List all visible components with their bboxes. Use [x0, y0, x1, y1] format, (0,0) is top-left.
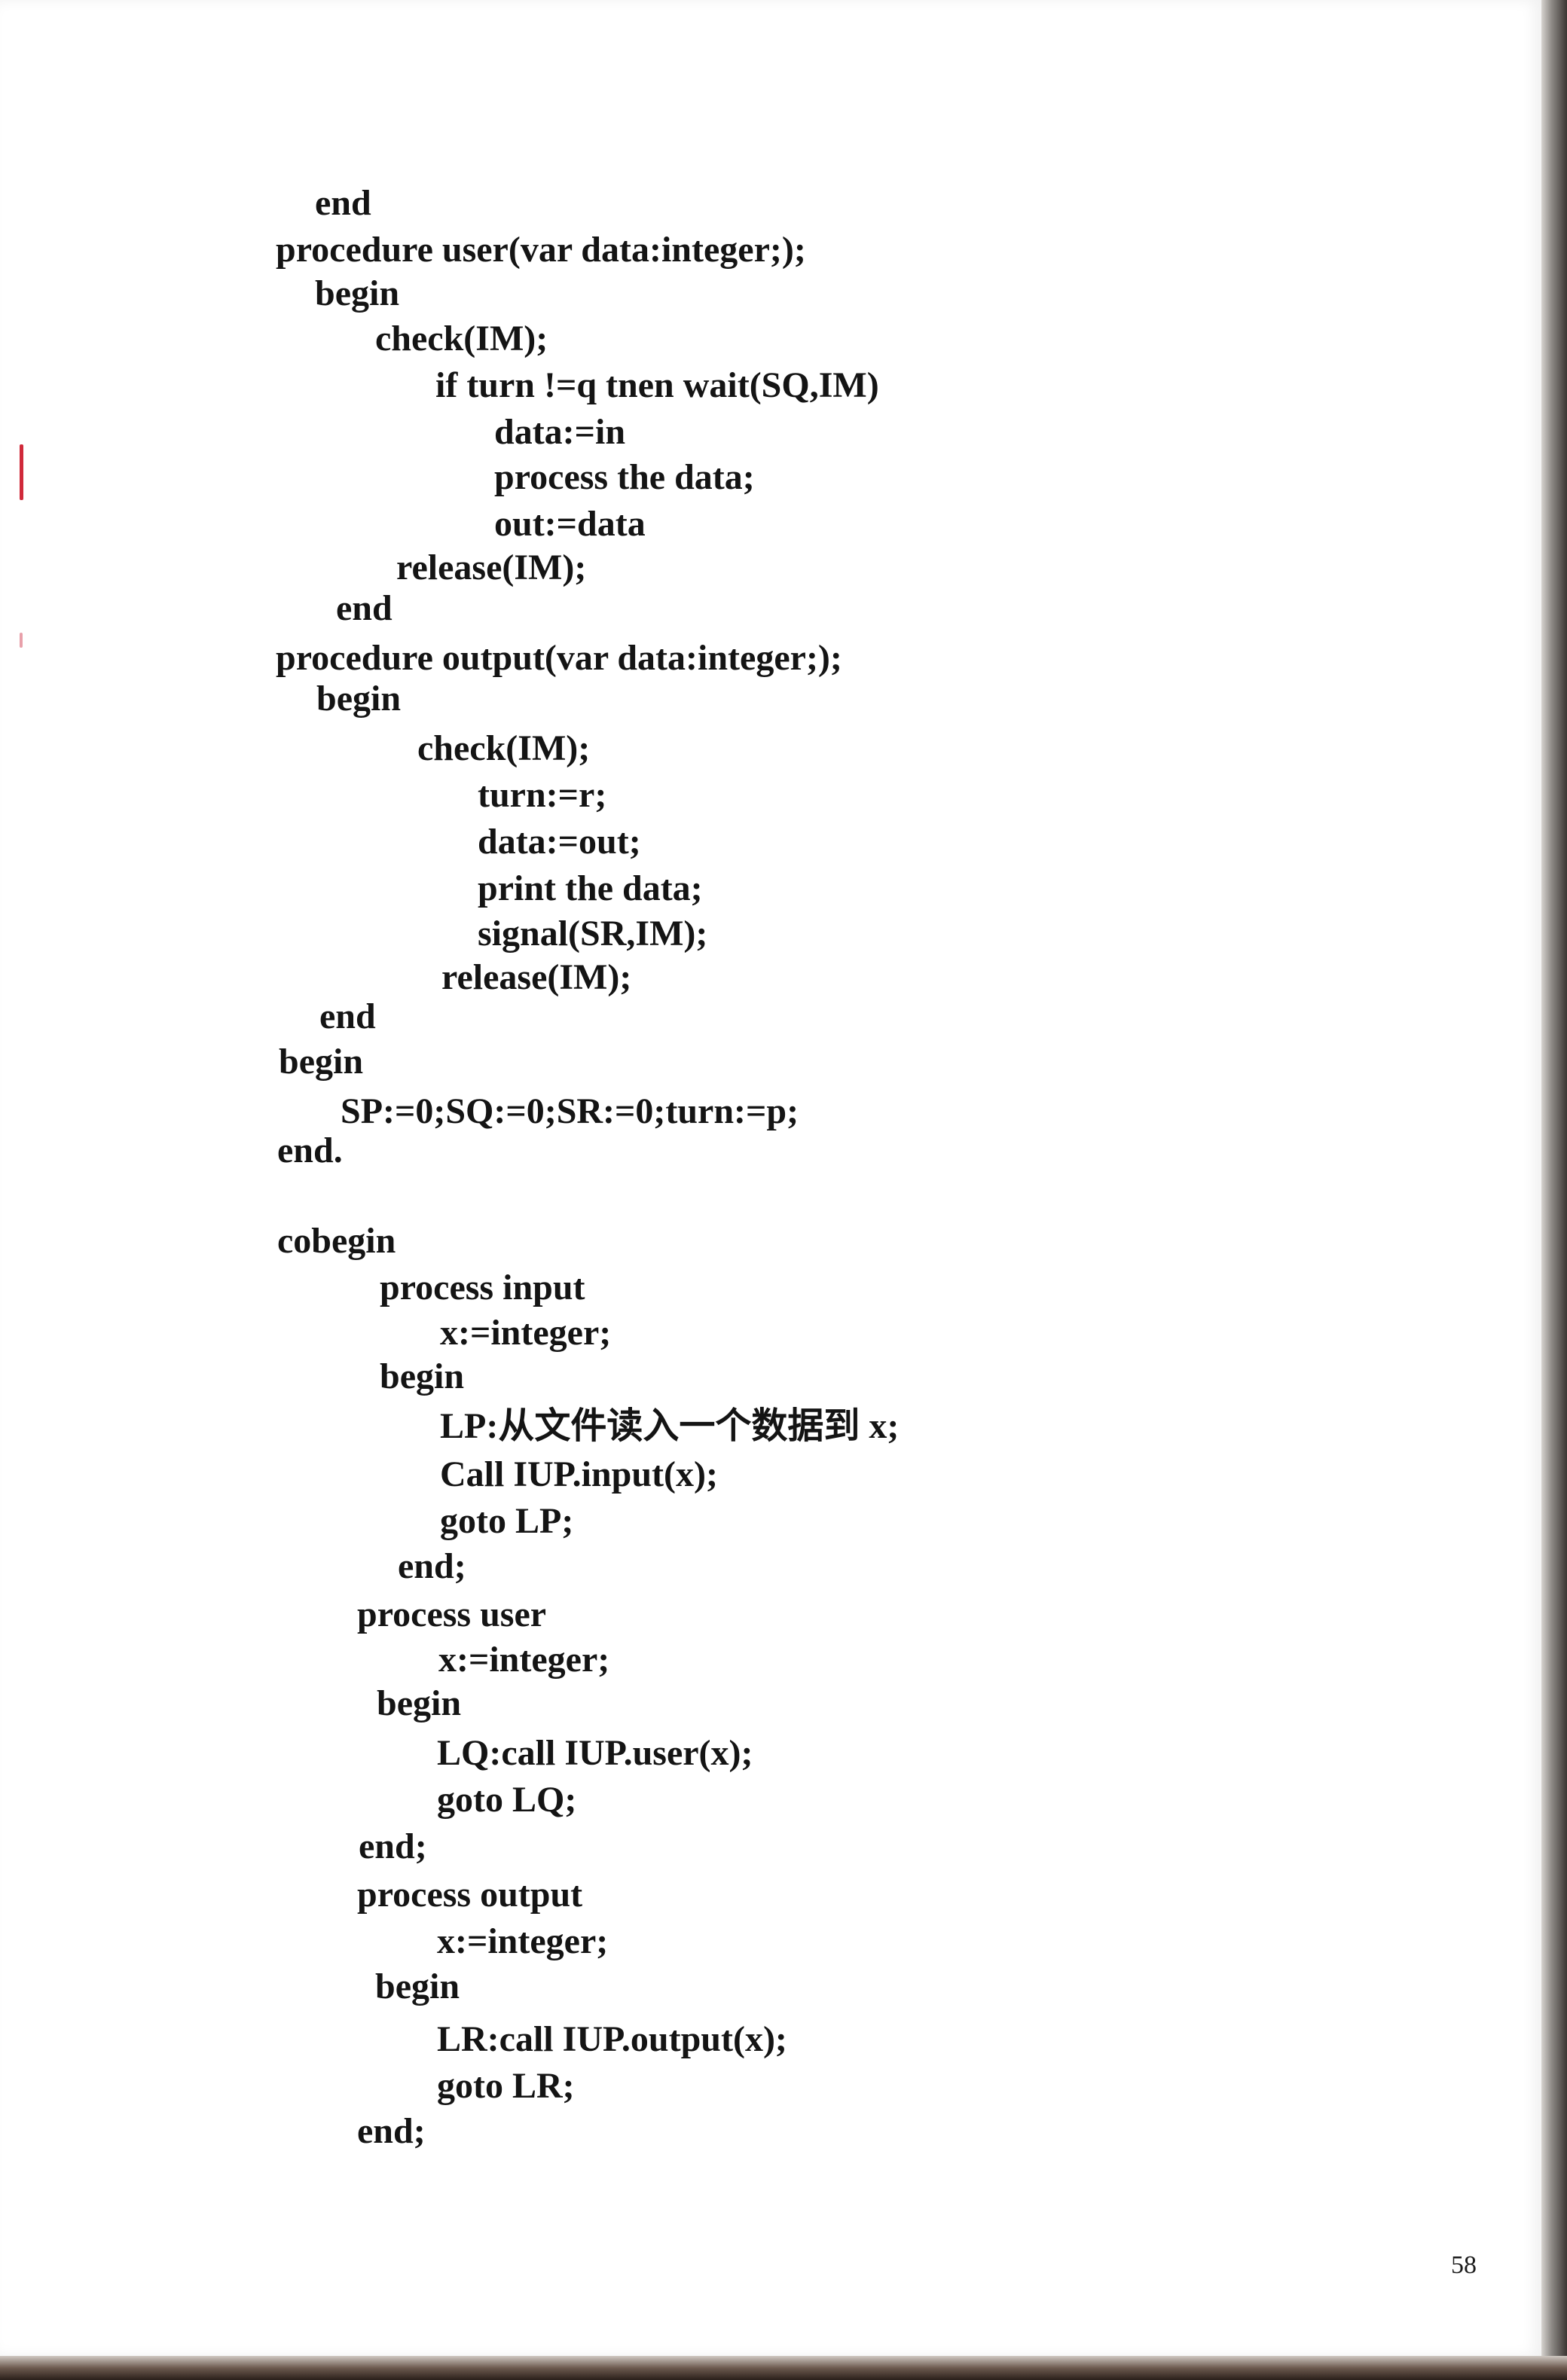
code-line: x:=integer; [437, 1921, 609, 1961]
code-line: end. [277, 1130, 343, 1170]
code-line: print the data; [478, 868, 703, 908]
code-line: begin [377, 1683, 462, 1723]
code-line: goto LR; [437, 2066, 575, 2106]
code-line: LR:call IUP.output(x); [437, 2019, 787, 2059]
code-line: begin [375, 1967, 460, 2006]
code-line: begin [380, 1356, 465, 1396]
code-line: end [319, 996, 376, 1036]
code-line: process output [357, 1875, 583, 1915]
code-line: begin [316, 679, 402, 719]
code-line: data:=out; [478, 822, 641, 862]
code-line: end; [357, 2111, 426, 2151]
code-line: release(IM); [441, 957, 632, 997]
code-line: end [315, 183, 371, 223]
code-line: x:=integer; [438, 1640, 610, 1680]
page-number: 58 [1451, 2251, 1477, 2279]
code-line: end; [398, 1546, 466, 1586]
code-line: turn:=r; [478, 775, 607, 815]
margin-marker [20, 444, 23, 500]
code-line: process input [380, 1268, 585, 1307]
code-line: cobegin [277, 1221, 396, 1261]
code-line: begin [279, 1042, 364, 1082]
code-line: check(IM); [375, 319, 548, 359]
code-line: if turn !=q tnen wait(SQ,IM) [435, 365, 879, 405]
margin-marker-small [20, 633, 23, 648]
code-line: data:=in [494, 412, 626, 452]
code-line: begin [315, 273, 400, 313]
book-page: end procedure user(var data:integer;); b… [0, 0, 1541, 2356]
code-line: goto LQ; [437, 1780, 577, 1820]
code-line: process the data; [494, 457, 755, 497]
code-line: Call IUP.input(x); [440, 1454, 718, 1494]
book-edge-bottom [0, 2356, 1567, 2380]
code-line: signal(SR,IM); [478, 914, 708, 954]
code-line: release(IM); [396, 548, 587, 587]
code-line: out:=data [494, 504, 646, 544]
book-edge-right [1541, 0, 1567, 2380]
code-line: process user [357, 1594, 547, 1634]
code-line: check(IM); [417, 728, 591, 768]
code-line: SP:=0;SQ:=0;SR:=0;turn:=p; [341, 1091, 799, 1131]
code-line: goto LP; [440, 1501, 574, 1541]
code-line: procedure output(var data:integer;); [276, 638, 842, 678]
code-line: end; [359, 1826, 427, 1866]
code-line: LP:从文件读入一个数据到 x; [440, 1406, 900, 1446]
code-line: procedure user(var data:integer;); [276, 230, 806, 270]
code-line: LQ:call IUP.user(x); [437, 1733, 753, 1773]
code-line: x:=integer; [440, 1313, 612, 1353]
code-line: end [336, 588, 393, 628]
